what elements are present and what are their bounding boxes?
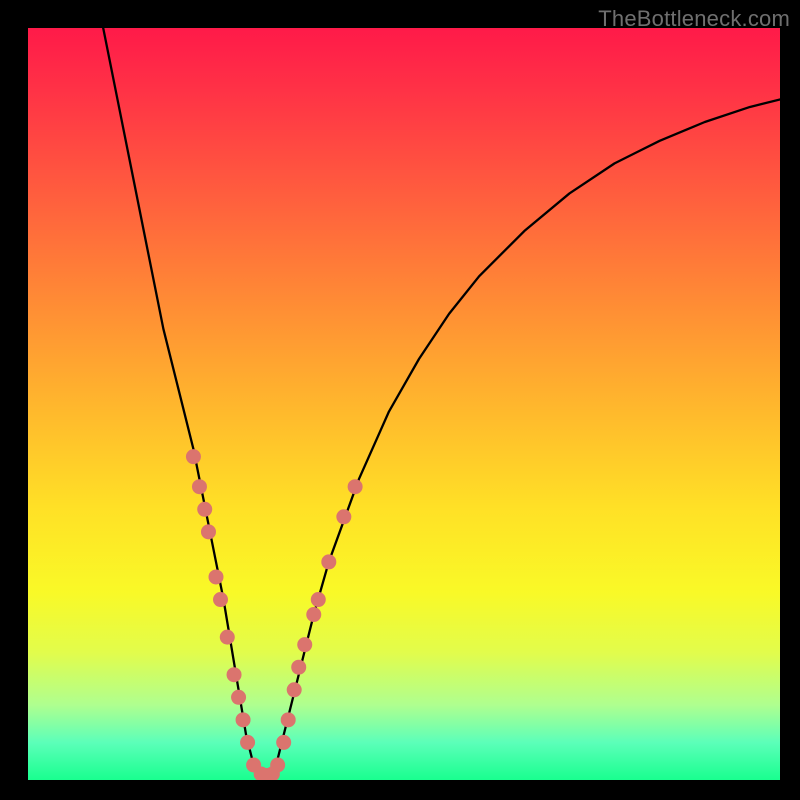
data-point [201, 524, 216, 539]
data-point [186, 449, 201, 464]
data-point [240, 735, 255, 750]
data-point [276, 735, 291, 750]
data-point [227, 667, 242, 682]
data-point [336, 509, 351, 524]
bottleneck-curve [103, 28, 780, 775]
data-point [311, 592, 326, 607]
data-point [306, 607, 321, 622]
data-point [236, 712, 251, 727]
data-point [220, 630, 235, 645]
data-point [287, 682, 302, 697]
chart-svg [28, 28, 780, 780]
watermark-text: TheBottleneck.com [598, 6, 790, 32]
data-point [291, 660, 306, 675]
data-point [192, 479, 207, 494]
data-point [231, 690, 246, 705]
data-point [209, 569, 224, 584]
data-point [348, 479, 363, 494]
data-point [197, 502, 212, 517]
data-point [321, 554, 336, 569]
data-point [270, 757, 285, 772]
plot-area [28, 28, 780, 780]
data-point [213, 592, 228, 607]
marker-group [186, 449, 363, 780]
data-point [281, 712, 296, 727]
data-point [297, 637, 312, 652]
